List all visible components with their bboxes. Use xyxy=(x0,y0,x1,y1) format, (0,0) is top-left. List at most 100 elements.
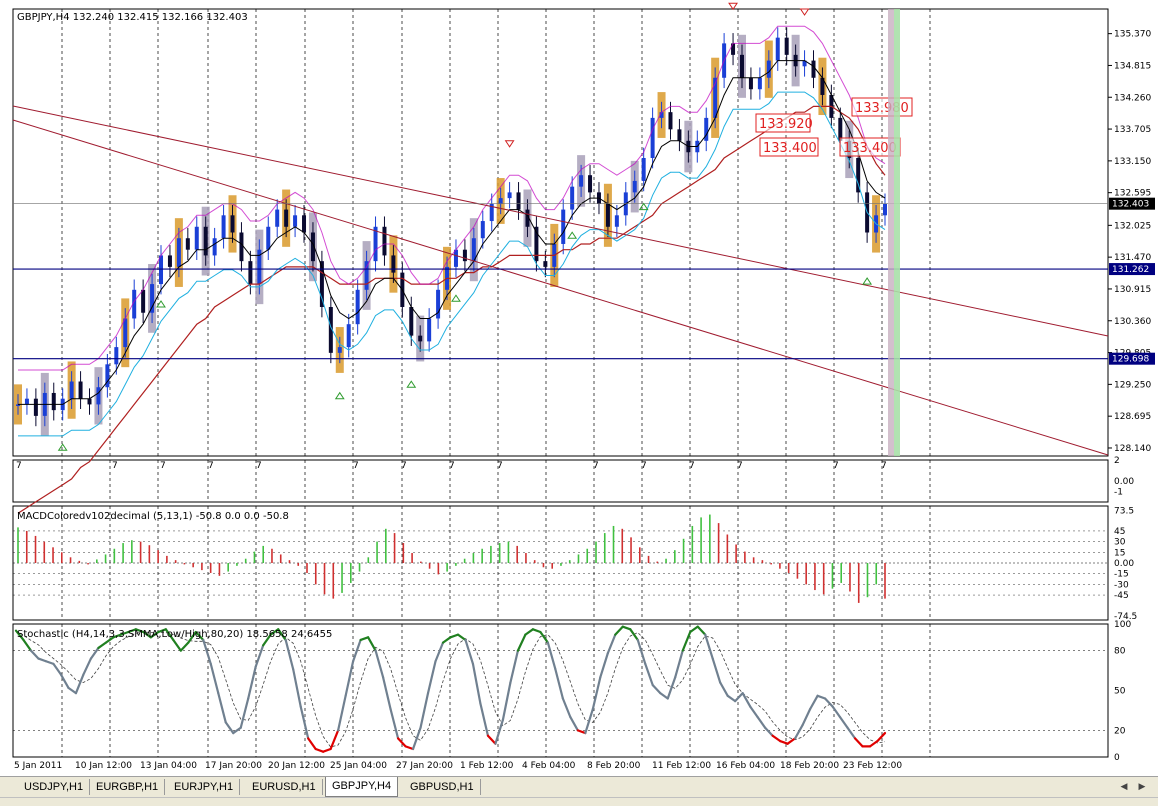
candle-body xyxy=(24,398,29,405)
chart-title: GBPJPY,H4 132.240 132.415 132.166 132.40… xyxy=(17,12,248,23)
macd-title: MACDColoredv102decimal (5,13,1) -50.8 0.… xyxy=(17,511,289,522)
tab-gbpjpy[interactable]: GBPJPY,H4 xyxy=(325,777,399,797)
stoch-y-tick: 0 xyxy=(1114,753,1120,763)
x-tick-label: 5 Jan 2011 xyxy=(14,761,62,771)
candle-body xyxy=(185,238,190,250)
sub-marker: 7 xyxy=(497,461,503,471)
y-tick-label: 130.360 xyxy=(1114,317,1151,327)
y-tick-label: 135.370 xyxy=(1114,30,1151,40)
x-tick-label: 10 Jan 12:00 xyxy=(75,761,132,771)
candle-body xyxy=(167,255,172,267)
candle-body xyxy=(221,215,226,239)
candle-body xyxy=(668,112,673,130)
sub-marker: 7 xyxy=(160,461,166,471)
candle-body xyxy=(838,117,843,141)
sub-y-tick: 0.00 xyxy=(1114,477,1134,487)
x-tick-label: 25 Jan 04:00 xyxy=(330,761,387,771)
x-tick-label: 13 Jan 04:00 xyxy=(140,761,197,771)
sub-marker: 7 xyxy=(881,461,887,471)
tab-scroll-right-icon[interactable]: ▶ xyxy=(1136,780,1148,794)
candle-body xyxy=(150,284,155,313)
candle-body xyxy=(462,249,467,262)
y-tick-label: 132.025 xyxy=(1114,221,1151,231)
candle-body xyxy=(418,335,423,342)
candle-body xyxy=(775,37,780,61)
macd-y-tick: -30 xyxy=(1114,580,1129,590)
macd-y-tick: 0.00 xyxy=(1114,559,1134,569)
macd-y-tick: 73.5 xyxy=(1114,507,1134,517)
candle-body xyxy=(757,77,762,90)
candle-body xyxy=(176,238,181,267)
candle-body xyxy=(114,347,119,365)
macd-y-tick: 15 xyxy=(1114,548,1125,558)
chart-canvas[interactable]: 133.920133.980133.400 133.400 77777777777… xyxy=(0,0,1158,776)
sub-marker: 7 xyxy=(16,461,22,471)
candle-body xyxy=(203,226,208,256)
candle-body xyxy=(570,186,575,210)
candle-body xyxy=(123,318,128,348)
tab-eurgbp[interactable]: EURGBP,H1 xyxy=(90,779,166,795)
candle-body xyxy=(391,255,396,273)
candle-body xyxy=(302,215,307,233)
x-tick-label: 20 Jan 12:00 xyxy=(268,761,325,771)
stoch-y-tick: 50 xyxy=(1114,687,1126,697)
y-tick-label: 134.260 xyxy=(1114,93,1151,103)
candle-body xyxy=(141,289,146,313)
macd-y-tick: 45 xyxy=(1114,527,1125,537)
x-tick-label: 8 Feb 20:00 xyxy=(587,761,641,771)
stoch-y-tick: 20 xyxy=(1114,726,1126,736)
candle-body xyxy=(766,60,771,78)
candle-body xyxy=(677,129,682,141)
candle-body xyxy=(239,232,244,262)
y-tick-label: 128.140 xyxy=(1114,444,1151,454)
sub-marker: 7 xyxy=(208,461,214,471)
y-tick-label: 133.150 xyxy=(1114,157,1151,167)
tab-scroll-left-icon[interactable]: ◀ xyxy=(1118,780,1130,794)
x-tick-label: 18 Feb 20:00 xyxy=(780,761,839,771)
sub-y-tick: -1 xyxy=(1114,488,1123,498)
candle-body xyxy=(51,392,56,411)
candle-body xyxy=(355,289,360,325)
candle-body xyxy=(507,192,512,199)
candle-body xyxy=(96,387,101,405)
highlight-bar xyxy=(894,9,900,456)
candle-body xyxy=(427,318,432,342)
candle-body xyxy=(33,398,38,416)
candle-body xyxy=(498,198,503,204)
candle-body xyxy=(748,77,753,90)
candle-body xyxy=(248,261,253,285)
candle-body xyxy=(337,347,342,353)
stochastic-title: Stochastic (H4,14,3,3,SMMA,Low/High,80,2… xyxy=(17,629,332,640)
candle-body xyxy=(69,381,74,399)
y-tick-label: 134.815 xyxy=(1114,61,1151,71)
candle-body xyxy=(364,261,369,290)
sub-y-tick: 2 xyxy=(1114,456,1120,466)
tab-usdjpy[interactable]: USDJPY,H1 xyxy=(18,779,91,795)
tab-gbpusd[interactable]: GBPUSD,H1 xyxy=(404,779,481,795)
sub-marker: 7 xyxy=(689,461,695,471)
candle-body xyxy=(883,203,887,216)
candle-body xyxy=(212,238,217,256)
sub-marker: 7 xyxy=(401,461,407,471)
candle-body xyxy=(632,180,637,193)
tab-eurusd[interactable]: EURUSD,H1 xyxy=(246,779,323,795)
price-box-label: 133.920 xyxy=(759,117,813,132)
price-marker-label: 132.403 xyxy=(1112,200,1149,210)
candle-body xyxy=(543,261,548,267)
price-box-label: 133.400 xyxy=(763,141,817,156)
candle-body xyxy=(346,324,351,348)
candle-body xyxy=(516,192,521,210)
y-tick-label: 128.695 xyxy=(1114,412,1151,422)
candle-body xyxy=(194,226,199,250)
y-tick-label: 131.470 xyxy=(1114,253,1151,263)
y-tick-label: 132.595 xyxy=(1114,189,1151,199)
stoch-y-tick: 80 xyxy=(1114,647,1126,657)
tab-eurjpy[interactable]: EURJPY,H1 xyxy=(168,779,241,795)
candle-body xyxy=(159,255,164,285)
sub-marker: 7 xyxy=(833,461,839,471)
candle-body xyxy=(739,54,744,78)
y-tick-label: 129.250 xyxy=(1114,380,1151,390)
candle-body xyxy=(87,398,92,405)
x-tick-label: 4 Feb 04:00 xyxy=(522,761,576,771)
x-tick-label: 16 Feb 04:00 xyxy=(716,761,775,771)
